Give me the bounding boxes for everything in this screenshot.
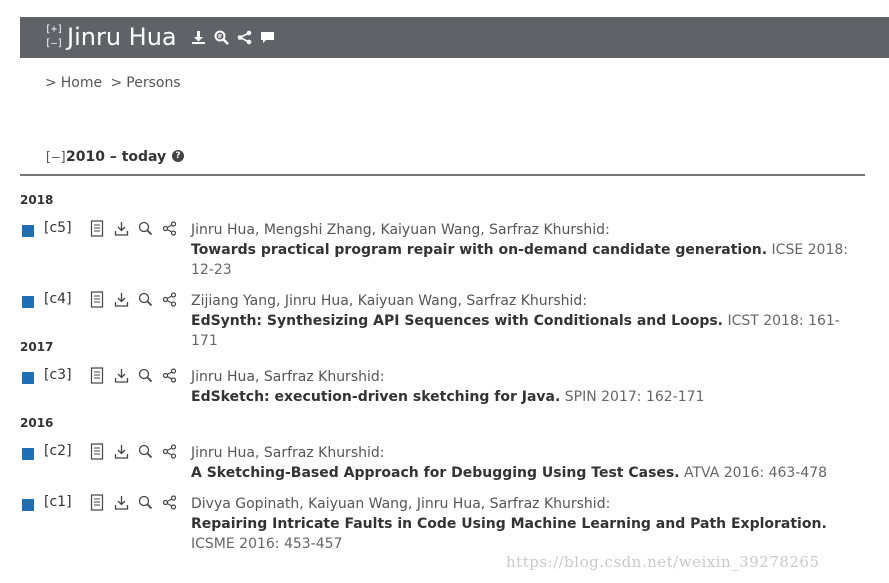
publication-details: Jinru Hua, Sarfraz Khurshid: A Sketching… — [191, 443, 856, 483]
download-icon[interactable] — [191, 30, 206, 45]
collapse-all-toggle[interactable]: [–] — [45, 37, 63, 51]
electronic-edition-icon[interactable] — [90, 220, 105, 237]
share-icon[interactable] — [237, 30, 252, 45]
electronic-edition-icon[interactable] — [90, 367, 105, 384]
person-header-bar: [+] [–] Jinru Hua — [20, 17, 889, 58]
publication-key: [c4] — [44, 291, 72, 307]
year-range-section-header: [–] 2010 – today ? — [20, 144, 865, 176]
download-icon[interactable] — [114, 220, 129, 237]
breadcrumb-persons-link[interactable]: Persons — [126, 75, 180, 91]
publication-title: A Sketching-Based Approach for Debugging… — [191, 465, 680, 481]
conference-paper-marker — [22, 225, 34, 237]
bibtex-icon[interactable] — [138, 494, 153, 511]
watermark-url: https://blog.csdn.net/weixin_39278265 — [506, 553, 820, 571]
publication-details: Divya Gopinath, Kaiyuan Wang, Jinru Hua,… — [191, 494, 856, 554]
share-icon[interactable] — [162, 291, 177, 308]
entry-toolbar — [90, 443, 177, 460]
publication-details: Zijiang Yang, Jinru Hua, Kaiyuan Wang, S… — [191, 291, 856, 351]
entry-toolbar — [90, 367, 177, 384]
bibtex-icon[interactable] — [138, 291, 153, 308]
download-icon[interactable] — [114, 291, 129, 308]
conference-paper-marker — [22, 296, 34, 308]
conference-paper-marker — [22, 448, 34, 460]
publication-details: Jinru Hua, Sarfraz Khurshid: EdSketch: e… — [191, 367, 856, 407]
bibtex-icon[interactable] — [214, 30, 229, 45]
section-title: 2010 – today — [66, 149, 167, 165]
entry-toolbar — [90, 291, 177, 308]
bibtex-icon[interactable] — [138, 367, 153, 384]
comment-icon[interactable] — [260, 30, 275, 45]
help-icon[interactable]: ? — [172, 150, 184, 162]
publication-title: Repairing Intricate Faults in Code Using… — [191, 516, 827, 532]
publication-details: Jinru Hua, Mengshi Zhang, Kaiyuan Wang, … — [191, 220, 856, 280]
author-list[interactable]: Zijiang Yang, Jinru Hua, Kaiyuan Wang, S… — [191, 293, 587, 309]
conference-paper-marker — [22, 499, 34, 511]
year-heading-2018: 2018 — [20, 193, 54, 207]
entry-toolbar — [90, 220, 177, 237]
page-title: Jinru Hua — [67, 23, 177, 51]
venue-link[interactable]: ICSME 2016: 453-457 — [191, 536, 342, 552]
venue-link[interactable]: ATVA 2016: 463-478 — [684, 465, 827, 481]
breadcrumb-separator: > — [110, 75, 123, 91]
download-icon[interactable] — [114, 443, 129, 460]
publication-title: EdSketch: execution-driven sketching for… — [191, 389, 561, 405]
entry-toolbar — [90, 494, 177, 511]
publication-key: [c1] — [44, 494, 72, 510]
electronic-edition-icon[interactable] — [90, 494, 105, 511]
expand-collapse-toggle[interactable]: [+] [–] — [45, 23, 63, 51]
bibtex-icon[interactable] — [138, 220, 153, 237]
conference-paper-marker — [22, 372, 34, 384]
breadcrumb: > Home > Persons — [45, 75, 185, 91]
section-collapse-toggle[interactable]: [–] — [44, 150, 67, 165]
electronic-edition-icon[interactable] — [90, 443, 105, 460]
share-icon[interactable] — [162, 443, 177, 460]
electronic-edition-icon[interactable] — [90, 291, 105, 308]
publication-title: Towards practical program repair with on… — [191, 242, 768, 258]
year-heading-2016: 2016 — [20, 416, 54, 430]
share-icon[interactable] — [162, 367, 177, 384]
author-list[interactable]: Jinru Hua, Mengshi Zhang, Kaiyuan Wang, … — [191, 222, 610, 238]
header-toolbar — [191, 30, 275, 45]
author-list[interactable]: Jinru Hua, Sarfraz Khurshid: — [191, 369, 384, 385]
share-icon[interactable] — [162, 220, 177, 237]
breadcrumb-separator: > — [45, 75, 57, 91]
breadcrumb-home-link[interactable]: Home — [61, 75, 102, 91]
publication-key: [c3] — [44, 367, 72, 383]
publication-key: [c2] — [44, 443, 72, 459]
author-list[interactable]: Jinru Hua, Sarfraz Khurshid: — [191, 445, 384, 461]
expand-all-toggle[interactable]: [+] — [45, 23, 63, 37]
publication-title: EdSynth: Synthesizing API Sequences with… — [191, 313, 723, 329]
bibtex-icon[interactable] — [138, 443, 153, 460]
year-heading-2017: 2017 — [20, 340, 54, 354]
author-list[interactable]: Divya Gopinath, Kaiyuan Wang, Jinru Hua,… — [191, 496, 610, 512]
publication-key: [c5] — [44, 220, 72, 236]
download-icon[interactable] — [114, 367, 129, 384]
share-icon[interactable] — [162, 494, 177, 511]
download-icon[interactable] — [114, 494, 129, 511]
venue-link[interactable]: SPIN 2017: 162-171 — [565, 389, 705, 405]
